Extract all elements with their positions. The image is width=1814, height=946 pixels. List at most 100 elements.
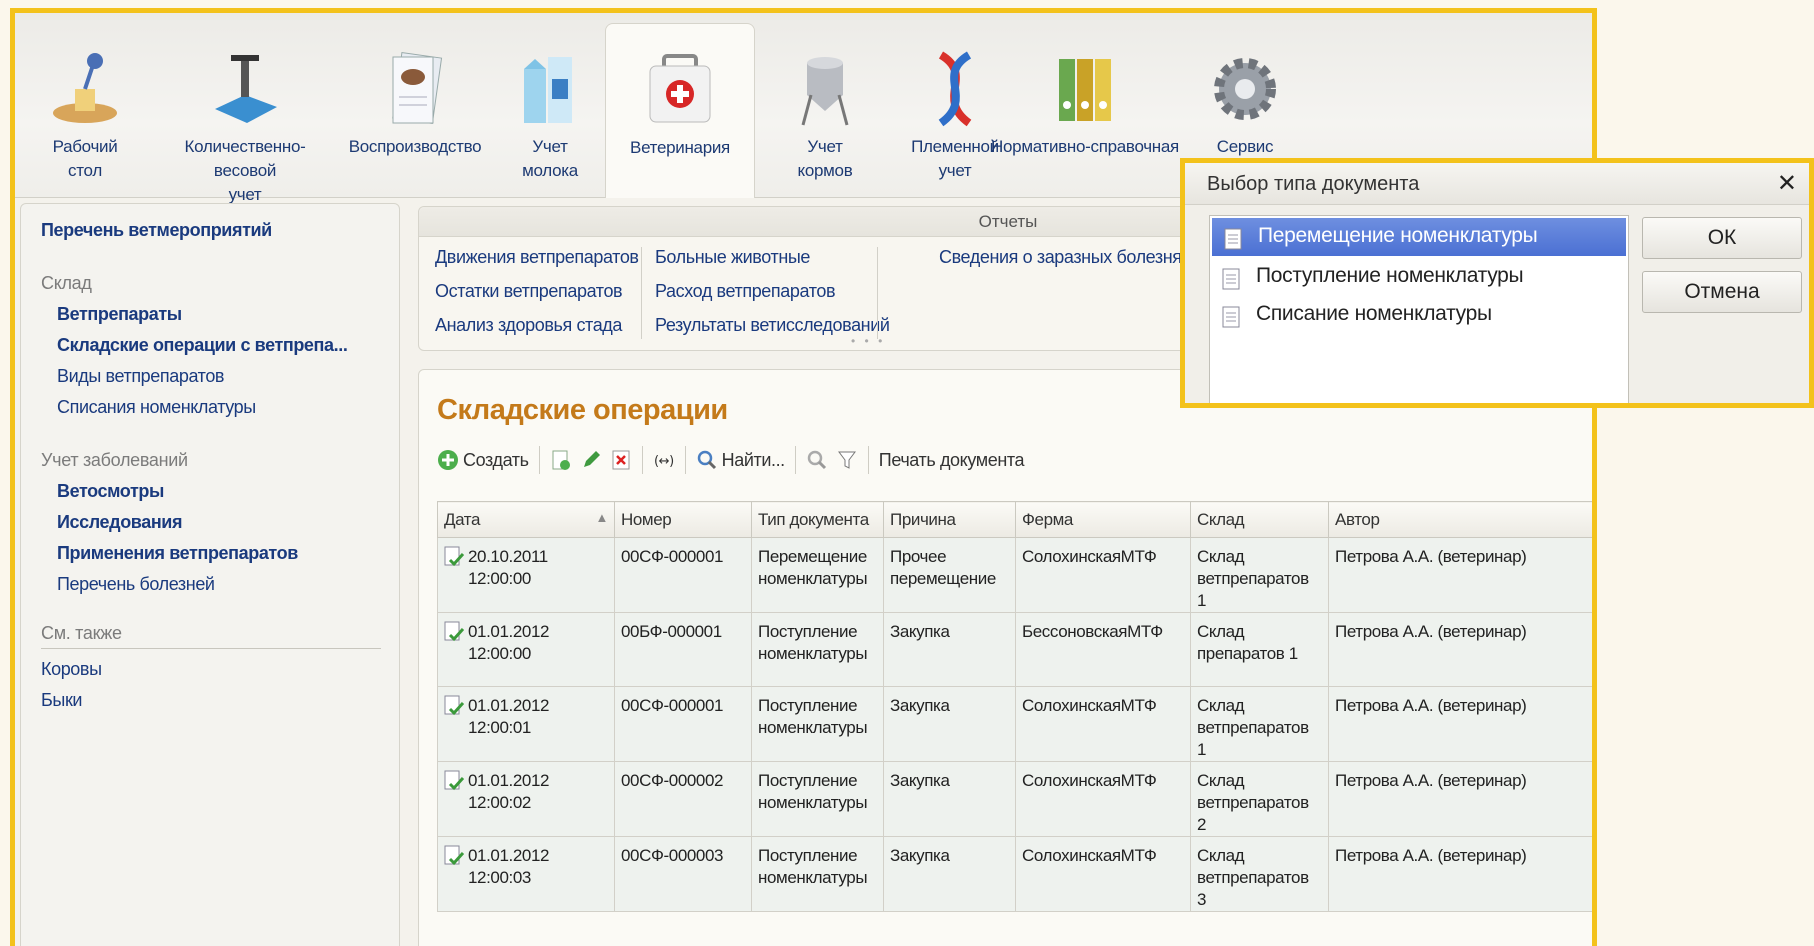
section-label: Учет кормов: [797, 137, 853, 180]
link-arrows-icon[interactable]: (↔): [653, 449, 675, 471]
edit-pencil-icon[interactable]: [580, 449, 602, 471]
list-toolbar: Создать (↔) Найти... Печать документа: [437, 444, 1025, 476]
find-button[interactable]: Найти...: [696, 449, 785, 471]
cell-doc-type: Перемещение номенклатуры: [751, 537, 884, 613]
report-link[interactable]: Расход ветпрепаратов: [655, 281, 836, 302]
dialog-title-bar: Выбор типа документа ✕: [1185, 163, 1809, 205]
main-window: Рабочий стол Количественно-весовой учет …: [10, 8, 1597, 946]
document-icon: [1224, 226, 1242, 250]
desk-lamp-icon: [45, 49, 125, 129]
close-icon[interactable]: ✕: [1777, 163, 1797, 205]
ok-button[interactable]: ОК: [1642, 217, 1802, 259]
posted-document-icon: [444, 695, 465, 717]
section-milk[interactable]: Учет молока: [505, 41, 595, 196]
left-navigation: Перечень ветмероприятий Склад Ветпрепара…: [20, 203, 400, 946]
table-row[interactable]: 01.01.2012 12:00:00 00БФ-000001 Поступлен…: [437, 612, 1592, 687]
list-item[interactable]: Поступление номенклатуры: [1210, 258, 1628, 296]
report-link[interactable]: Движения ветпрепаратов: [435, 247, 639, 268]
cell-farm: БессоновскаяМТФ: [1015, 612, 1191, 687]
table-row[interactable]: 01.01.2012 12:00:01 00СФ-000001 Поступлен…: [437, 686, 1592, 762]
filter-icon[interactable]: [836, 449, 858, 471]
section-weight-accounting[interactable]: Количественно-весовой учет: [155, 41, 335, 204]
posted-document-icon: [444, 770, 465, 792]
scales-icon: [205, 49, 285, 129]
operations-table: Дата ▲ Номер Тип документа Причина Ферма …: [437, 501, 1592, 912]
column-header-reason[interactable]: Причина: [883, 501, 1016, 538]
cell-author: Петрова А.А. (ветеринар): [1328, 836, 1592, 912]
nav-item-disease-list[interactable]: Перечень болезней: [57, 574, 379, 595]
cell-author: Петрова А.А. (ветеринар): [1328, 612, 1592, 687]
table-row[interactable]: 01.01.2012 12:00:03 00СФ-000003 Поступлен…: [437, 836, 1592, 912]
column-header-date[interactable]: Дата ▲: [437, 501, 615, 538]
column-header-number[interactable]: Номер: [614, 501, 752, 538]
cell-farm: СолохинскаяМТФ: [1015, 761, 1191, 837]
cancel-search-icon[interactable]: [806, 449, 828, 471]
cow-documents-icon: [375, 49, 455, 129]
toolbar-separator: [684, 446, 686, 474]
list-item[interactable]: Списание номенклатуры: [1210, 296, 1628, 334]
find-label: Найти...: [721, 449, 786, 470]
first-aid-kit-icon: [640, 50, 720, 130]
cancel-button[interactable]: Отмена: [1642, 271, 1802, 313]
toolbar-separator: [867, 446, 869, 474]
report-link[interactable]: Больные животные: [655, 247, 810, 268]
print-document-button[interactable]: Печать документа: [879, 450, 1025, 471]
delete-mark-icon[interactable]: [610, 449, 632, 471]
nav-item-drug-applications[interactable]: Применения ветпрепаратов: [57, 543, 379, 564]
posted-document-icon: [444, 845, 465, 867]
cell-number: 00СФ-000001: [614, 537, 752, 613]
section-desktop[interactable]: Рабочий стол: [35, 41, 135, 196]
report-link[interactable]: Анализ здоровья стада: [435, 315, 622, 336]
report-link[interactable]: Сведения о заразных болезня: [939, 247, 1182, 268]
report-link[interactable]: Остатки ветпрепаратов: [435, 281, 623, 302]
document-type-dialog: Выбор типа документа ✕ Перемещение номен…: [1180, 158, 1814, 408]
panel-resize-handle[interactable]: • • •: [851, 334, 885, 348]
nav-item-bulls[interactable]: Быки: [41, 690, 379, 711]
column-header-farm[interactable]: Ферма: [1015, 501, 1191, 538]
gear-icon: [1205, 49, 1285, 129]
list-item[interactable]: Перемещение номенклатуры: [1212, 218, 1626, 256]
section-feed[interactable]: Учет кормов: [775, 41, 875, 196]
cell-number: 00БФ-000001: [614, 612, 752, 687]
milk-cartons-icon: [510, 49, 590, 129]
toolbar-separator: [641, 446, 643, 474]
reports-divider: [641, 247, 642, 339]
cell-farm: СолохинскаяМТФ: [1015, 836, 1191, 912]
create-button[interactable]: Создать: [437, 449, 529, 471]
report-link[interactable]: Результаты ветисследований: [655, 315, 890, 336]
nav-vet-measures-list[interactable]: Перечень ветмероприятий: [41, 220, 379, 241]
nav-item-vet-drugs[interactable]: Ветпрепараты: [57, 304, 379, 325]
cell-doc-type: Поступление номенклатуры: [751, 686, 884, 762]
copy-document-icon[interactable]: [550, 449, 572, 471]
section-reproduction[interactable]: Воспроизводство: [345, 41, 485, 196]
cell-author: Петрова А.А. (ветеринар): [1328, 537, 1592, 613]
table-row[interactable]: 01.01.2012 12:00:02 00СФ-000002 Поступлен…: [437, 761, 1592, 837]
column-header-author[interactable]: Автор: [1328, 501, 1592, 538]
nav-item-research[interactable]: Исследования: [57, 512, 379, 533]
cell-farm: СолохинскаяМТФ: [1015, 686, 1191, 762]
cell-warehouse: Склад ветпрепаратов 1: [1190, 686, 1329, 762]
nav-item-cows[interactable]: Коровы: [41, 659, 379, 680]
section-label: Воспроизводство: [348, 137, 482, 156]
plus-circle-icon: [437, 449, 459, 471]
nav-item-drug-types[interactable]: Виды ветпрепаратов: [57, 366, 379, 387]
toolbar-separator: [794, 446, 796, 474]
column-header-warehouse[interactable]: Склад: [1190, 501, 1329, 538]
section-reference[interactable]: Нормативно-справочная: [985, 41, 1185, 196]
section-veterinary[interactable]: Ветеринария: [605, 23, 755, 198]
section-label: Нормативно-справочная: [991, 137, 1179, 156]
reports-divider: [877, 247, 878, 339]
cell-reason: Закупка: [883, 761, 1016, 837]
nav-item-write-offs[interactable]: Списания номенклатуры: [57, 397, 379, 418]
cell-warehouse: Склад ветпрепаратов 2: [1190, 761, 1329, 837]
nav-item-warehouse-operations[interactable]: Складские операции с ветпрепа...: [57, 335, 379, 356]
cell-warehouse: Склад препаратов 1: [1190, 612, 1329, 687]
dialog-title: Выбор типа документа: [1207, 173, 1420, 195]
column-header-doc-type[interactable]: Тип документа: [751, 501, 884, 538]
document-type-list: Перемещение номенклатуры Поступление ном…: [1209, 215, 1629, 403]
svg-text:(↔): (↔): [654, 454, 674, 469]
nav-group-see-also: См. также: [41, 623, 381, 649]
nav-item-vet-inspections[interactable]: Ветосмотры: [57, 481, 379, 502]
table-row[interactable]: 20.10.2011 12:00:00 00СФ-000001 Перемещен…: [437, 537, 1592, 613]
silo-icon: [785, 49, 865, 129]
